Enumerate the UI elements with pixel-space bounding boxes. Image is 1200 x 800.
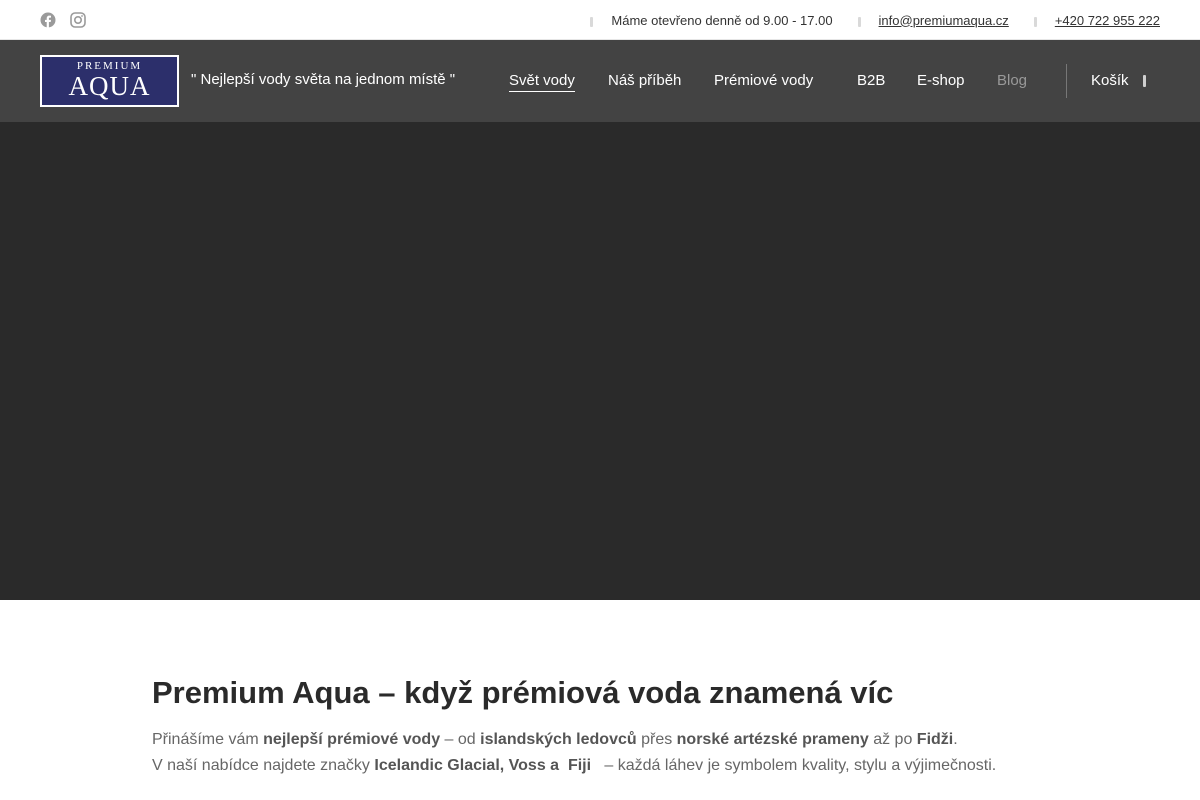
highlight: Icelandic Glacial, Voss a Fiji [374,757,592,774]
highlight: islandských ledovců [480,731,637,748]
top-bar: Máme otevřeno denně od 9.00 - 17.00 info… [0,0,1200,40]
tagline: " Nejlepší vody světa na jednom místě " [191,71,456,88]
phone-link[interactable]: +420 722 955 222 [1055,13,1160,28]
phone-icon [1033,15,1039,27]
opening-hours-text: Máme otevřeno denně od 9.00 - 17.00 [611,12,833,28]
contact-info: Máme otevřeno denně od 9.00 - 17.00 info… [589,0,1160,40]
hero-banner [0,122,1200,600]
clock-icon [589,15,595,27]
nav-divider [1066,64,1067,98]
email-link[interactable]: info@premiumaqua.cz [879,13,1009,28]
site-logo[interactable]: PREMIUM AQUA [40,55,179,107]
envelope-icon [857,15,863,27]
nav-item-b2b[interactable]: B2B [857,72,885,89]
text: až po [868,731,917,748]
email-contact: info@premiumaqua.cz [857,13,1009,28]
main-header: PREMIUM AQUA " Nejlepší vody světa na je… [0,40,1200,122]
cart-link[interactable]: Košík [1091,72,1129,89]
instagram-icon[interactable] [70,12,86,28]
intro-paragraph-1: Přinášíme vám nejlepší prémiové vody – o… [152,727,1052,753]
nav-item-blog[interactable]: Blog [997,72,1027,89]
nav-item-premiove-vody[interactable]: Prémiové vody [714,72,813,89]
text: Přinášíme vám [152,731,264,748]
phone-contact: +420 722 955 222 [1033,13,1160,28]
highlight: Fidži [916,731,954,748]
intro-paragraph-2: V naší nabídce najdete značky Icelandic … [152,753,1052,779]
text: – od [440,731,481,748]
facebook-icon[interactable] [40,12,56,28]
intro-section: Premium Aqua – když prémiová voda znamen… [152,676,1052,779]
text: V naší nabídce najdete značky [152,757,375,774]
page-title: Premium Aqua – když prémiová voda znamen… [152,675,894,710]
text: . [953,731,958,748]
highlight: nejlepší prémiové vody [263,731,441,748]
social-links [40,12,86,28]
logo-main-text: AQUA [68,71,151,101]
highlight: norské artézské prameny [676,731,869,748]
nav-item-svet-vody[interactable]: Svět vody [509,72,575,92]
nav-item-e-shop[interactable]: E-shop [917,72,965,89]
text: – každá láhev je symbolem kvality, stylu… [591,757,997,774]
nav-item-nas-pribeh[interactable]: Náš příběh [608,72,681,89]
cart-icon[interactable] [1142,74,1148,87]
text: přes [636,731,677,748]
opening-hours: Máme otevřeno denně od 9.00 - 17.00 [589,12,833,28]
